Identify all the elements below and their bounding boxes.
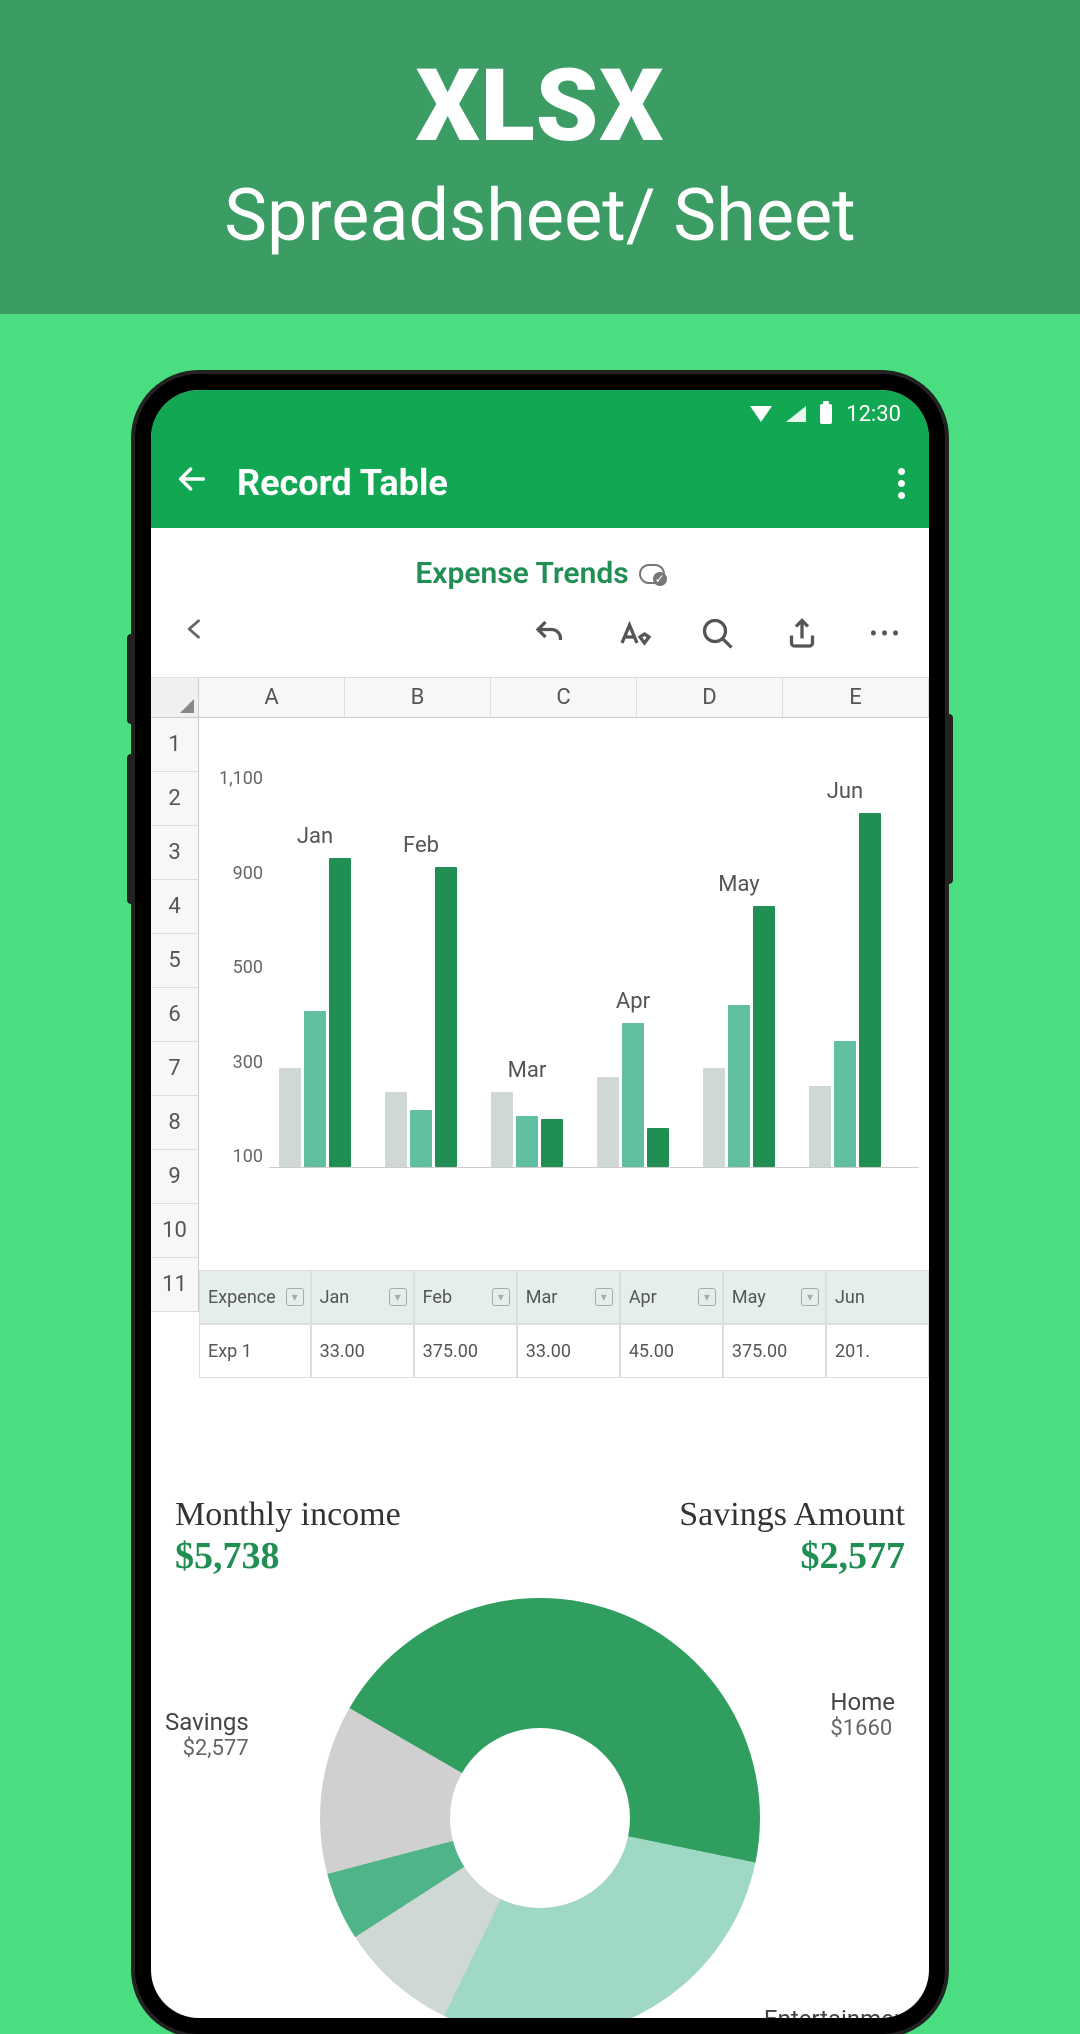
col-header[interactable]: B xyxy=(345,678,491,717)
app-bar: Record Table xyxy=(151,438,929,528)
row-header[interactable]: 4 xyxy=(151,880,199,934)
status-bar: 12:30 xyxy=(151,390,929,438)
dropdown-icon[interactable]: ▾ xyxy=(389,1288,407,1306)
dropdown-icon[interactable]: ▾ xyxy=(698,1288,716,1306)
phone-button-left-1 xyxy=(127,634,135,724)
promo-banner: XLSX Spreadsheet/ Sheet xyxy=(0,0,1080,314)
table-header-cell[interactable]: May▾ xyxy=(723,1270,826,1324)
battery-icon xyxy=(820,404,832,424)
col-header[interactable]: C xyxy=(491,678,637,717)
table-cell[interactable]: 375.00 xyxy=(723,1324,826,1378)
column-header-row: A B C D E xyxy=(151,678,929,718)
data-table[interactable]: Expence▾ Jan▾ Feb▾ Mar▾ Apr▾ May▾ Jun Ex… xyxy=(199,1270,929,1378)
table-cell[interactable]: Exp 1 xyxy=(199,1324,311,1378)
row-header[interactable]: 6 xyxy=(151,988,199,1042)
callout-entertainment: Entertainment$288 xyxy=(764,2005,915,2018)
kpi-label: Monthly income xyxy=(175,1496,401,1534)
banner-subtitle: Spreadsheet/ Sheet xyxy=(0,173,1080,258)
back-button[interactable] xyxy=(175,462,209,505)
phone-button-right xyxy=(945,714,953,884)
table-cell[interactable]: 375.00 xyxy=(414,1324,517,1378)
dropdown-icon[interactable]: ▾ xyxy=(595,1288,613,1306)
document-title[interactable]: Expense Trends xyxy=(415,556,628,591)
table-row: Expence▾ Jan▾ Feb▾ Mar▾ Apr▾ May▾ Jun xyxy=(199,1270,929,1324)
cloud-sync-icon[interactable] xyxy=(639,564,665,584)
row-header[interactable]: 5 xyxy=(151,934,199,988)
col-header[interactable]: D xyxy=(637,678,783,717)
signal-icon xyxy=(786,406,806,422)
callout-home: Home$1660 xyxy=(830,1688,895,1741)
search-button[interactable] xyxy=(699,615,737,653)
table-cell[interactable]: 45.00 xyxy=(620,1324,723,1378)
spreadsheet-area[interactable]: A B C D E 1 2 3 4 5 6 7 8 xyxy=(151,678,929,1312)
select-all-corner[interactable] xyxy=(151,678,199,717)
kpi-value: $5,738 xyxy=(175,1534,401,1578)
kpi-monthly-income: Monthly income $5,738 xyxy=(175,1496,401,1578)
phone-screen: 12:30 Record Table Expense Trends xyxy=(151,390,929,2018)
callout-savings: Savings$2,577 xyxy=(165,1708,249,1761)
wifi-icon xyxy=(750,406,772,422)
row-header[interactable]: 2 xyxy=(151,772,199,826)
donut-chart[interactable]: Savings$2,577 Home$1660 Food$500 Enterta… xyxy=(175,1598,905,2018)
undo-button[interactable] xyxy=(531,615,569,653)
col-header[interactable]: E xyxy=(783,678,929,717)
table-header-cell[interactable]: Jun xyxy=(826,1270,929,1324)
row-header-col: 1 2 3 4 5 6 7 8 9 10 11 xyxy=(151,718,199,1312)
format-text-button[interactable] xyxy=(615,615,653,653)
more-menu-button[interactable] xyxy=(898,468,905,499)
table-header-cell[interactable]: Feb▾ xyxy=(414,1270,517,1324)
table-cell[interactable]: 201. xyxy=(826,1324,929,1378)
row-header[interactable]: 8 xyxy=(151,1096,199,1150)
table-cell[interactable]: 33.00 xyxy=(517,1324,620,1378)
dropdown-icon[interactable]: ▾ xyxy=(286,1288,304,1306)
share-button[interactable] xyxy=(783,615,821,653)
row-header[interactable]: 7 xyxy=(151,1042,199,1096)
table-header-cell[interactable]: Expence▾ xyxy=(199,1270,311,1324)
row-header[interactable]: 9 xyxy=(151,1150,199,1204)
toolbar: ••• xyxy=(151,605,929,678)
kpi-label: Savings Amount xyxy=(679,1496,905,1534)
row-header[interactable]: 1 xyxy=(151,718,199,772)
document-title-row: Expense Trends xyxy=(151,528,929,605)
table-header-cell[interactable]: Apr▾ xyxy=(620,1270,723,1324)
table-cell[interactable]: 33.00 xyxy=(311,1324,414,1378)
row-header[interactable]: 3 xyxy=(151,826,199,880)
dashboard-section: Monthly income $5,738 Savings Amount $2,… xyxy=(151,1466,929,2018)
col-header[interactable]: A xyxy=(199,678,345,717)
row-header[interactable]: 11 xyxy=(151,1258,199,1312)
collapse-button[interactable] xyxy=(181,609,209,659)
overflow-button[interactable]: ••• xyxy=(867,615,905,653)
table-header-cell[interactable]: Jan▾ xyxy=(311,1270,414,1324)
embedded-bar-chart[interactable]: 1,100900500300100 JanFebMarAprMayJun xyxy=(199,718,929,1312)
banner-title: XLSX xyxy=(0,48,1080,165)
dropdown-icon[interactable]: ▾ xyxy=(801,1288,819,1306)
table-row: Exp 1 33.00 375.00 33.00 45.00 375.00 20… xyxy=(199,1324,929,1378)
dropdown-icon[interactable]: ▾ xyxy=(492,1288,510,1306)
phone-frame: 12:30 Record Table Expense Trends xyxy=(135,374,945,2034)
kpi-savings-amount: Savings Amount $2,577 xyxy=(679,1496,905,1578)
kpi-value: $2,577 xyxy=(679,1534,905,1578)
status-time: 12:30 xyxy=(846,402,901,427)
row-header[interactable]: 10 xyxy=(151,1204,199,1258)
phone-button-left-2 xyxy=(127,754,135,904)
table-header-cell[interactable]: Mar▾ xyxy=(517,1270,620,1324)
app-title: Record Table xyxy=(237,462,898,504)
